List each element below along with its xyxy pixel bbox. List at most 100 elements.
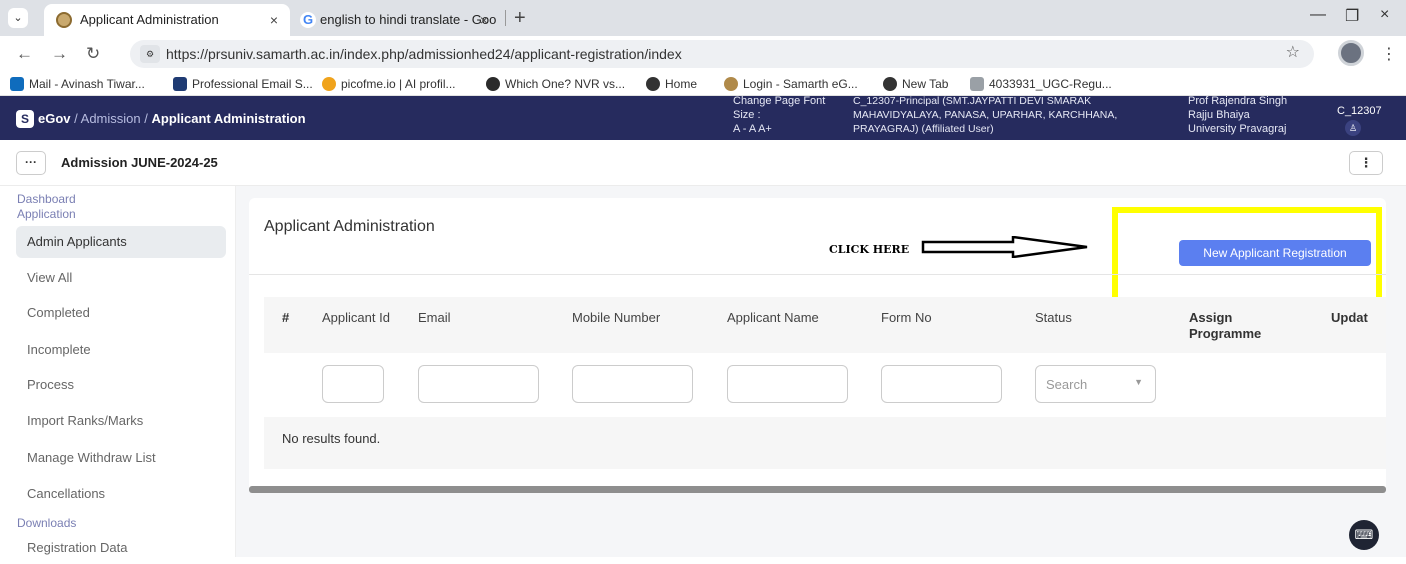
sidebar-item-withdraw-list[interactable]: Manage Withdraw List	[16, 442, 226, 474]
site-info-icon[interactable]: ⚙	[140, 45, 160, 63]
status-filter-select[interactable]: Search ▼	[1035, 365, 1156, 403]
sidebar-item-cancellations[interactable]: Cancellations	[16, 478, 226, 510]
sidebar-heading-application: Application	[17, 207, 76, 221]
chevron-down-icon: ▼	[1134, 377, 1143, 387]
status-filter-placeholder: Search	[1046, 377, 1088, 392]
url-input[interactable]: ⚙ https://prsuniv.samarth.ac.in/index.ph…	[130, 40, 1314, 68]
google-favicon-icon: G	[300, 12, 316, 28]
bookmark-item[interactable]: Mail - Avinash Tiwar...	[10, 75, 145, 93]
bookmark-item[interactable]: 4033931_UGC-Regu...	[970, 75, 1112, 93]
breadcrumb-home[interactable]: eGov	[38, 111, 71, 126]
samarth-logo-icon[interactable]: S	[16, 110, 34, 128]
column-header-applicant-name[interactable]: Applicant Name	[727, 310, 819, 326]
applicant-card: Applicant Administration CLICK HERE New …	[249, 198, 1386, 493]
page-title: Applicant Administration	[264, 218, 435, 235]
globe-icon	[883, 77, 897, 91]
sidebar-heading-downloads: Downloads	[17, 516, 77, 530]
card-divider	[249, 274, 1386, 275]
profile-avatar[interactable]	[1338, 40, 1364, 66]
sidebar-item-registration-data[interactable]: Registration Data	[16, 532, 226, 564]
sub-header: ··· Admission JUNE-2024-25 ⋮	[0, 140, 1406, 186]
user-role: C_12307-Principal (SMT.JAYPATTI DEVI SMA…	[853, 96, 1118, 135]
column-header-applicant-id[interactable]: Applicant Id	[322, 310, 392, 326]
column-header-assign-programme: Assign Programme	[1189, 310, 1262, 341]
user-id[interactable]: C_12307	[1337, 105, 1382, 117]
app-header: S eGov / Admission / Applicant Administr…	[0, 96, 1406, 140]
column-header-number: #	[282, 310, 290, 325]
which-icon	[486, 77, 500, 91]
bookmark-item[interactable]: New Tab	[883, 75, 948, 93]
outlook-icon	[10, 77, 24, 91]
filter-row: Search ▼	[264, 353, 1386, 417]
font-size-buttons[interactable]: A - A A+	[733, 122, 829, 136]
highlight-box	[1112, 207, 1382, 303]
close-tab-icon[interactable]: ×	[480, 4, 488, 36]
browser-menu-icon[interactable]: ⋮	[1381, 44, 1397, 64]
bookmark-item[interactable]: Login - Samarth eG...	[724, 75, 858, 93]
breadcrumb: eGov / Admission / Applicant Administrat…	[38, 110, 306, 128]
bookmark-item[interactable]: picofme.io | AI profil...	[322, 75, 456, 93]
bookmark-label: Login - Samarth eG...	[743, 77, 858, 91]
reload-icon[interactable]: ↻	[86, 44, 100, 64]
applicants-table: # Applicant Id Email Mobile Number Appli…	[264, 297, 1386, 469]
bookmark-item[interactable]: Home	[646, 75, 697, 93]
close-window-icon[interactable]: ×	[1380, 6, 1389, 24]
mobile-filter-input[interactable]	[572, 365, 693, 403]
bookmark-label: New Tab	[902, 77, 949, 91]
breadcrumb-admission[interactable]: Admission	[81, 111, 141, 126]
applicant-name-filter-input[interactable]	[727, 365, 848, 403]
university-favicon-icon	[56, 12, 72, 28]
tab-title: english to hindi translate - Goo	[320, 12, 497, 27]
restore-icon[interactable]: ❐	[1345, 6, 1359, 26]
user-icon[interactable]: ♙	[1345, 120, 1361, 136]
forward-arrow-icon[interactable]: →	[51, 44, 68, 64]
more-options-button[interactable]: ···	[16, 151, 46, 175]
officer-name: Prof Rajendra Singh Rajju Bhaiya Univers…	[1188, 96, 1288, 135]
sidebar-item-admin-applicants[interactable]: Admin Applicants	[16, 226, 226, 258]
form-no-filter-input[interactable]	[881, 365, 1002, 403]
sidebar-item-incomplete[interactable]: Incomplete	[16, 334, 226, 366]
email-filter-input[interactable]	[418, 365, 539, 403]
tab-google-translate[interactable]: G english to hindi translate - Goo ×	[290, 4, 500, 36]
column-header-form-no[interactable]: Form No	[881, 310, 932, 326]
bookmark-label: Which One? NVR vs...	[505, 77, 626, 91]
globe-icon	[646, 77, 660, 91]
horizontal-scrollbar[interactable]	[249, 486, 1386, 493]
bookmark-label: 4033931_UGC-Regu...	[989, 77, 1112, 91]
bookmarks-bar: Mail - Avinash Tiwar... Professional Ema…	[0, 72, 1406, 96]
font-size-label: Change Page Font Size :	[733, 96, 826, 121]
keyboard-icon[interactable]: ⌨	[1349, 520, 1379, 550]
tab-applicant-administration[interactable]: Applicant Administration ×	[44, 4, 290, 36]
new-tab-button[interactable]: +	[514, 4, 526, 32]
font-size-controls: Change Page Font Size : A - A A+	[733, 96, 829, 136]
bookmark-label: Home	[665, 77, 698, 91]
column-header-email[interactable]: Email	[418, 310, 451, 326]
main-content: Applicant Administration CLICK HERE New …	[236, 186, 1406, 557]
document-icon	[970, 77, 984, 91]
bookmark-item[interactable]: Which One? NVR vs...	[486, 75, 625, 93]
picofme-icon	[322, 77, 336, 91]
bookmark-item[interactable]: Professional Email S...	[173, 75, 313, 93]
tab-search-chevron-icon[interactable]: ⌄	[8, 8, 28, 28]
sidebar-item-process[interactable]: Process	[16, 369, 226, 401]
breadcrumb-current: Applicant Administration	[151, 111, 306, 126]
url-text: https://prsuniv.samarth.ac.in/index.php/…	[166, 46, 682, 62]
applicant-id-filter-input[interactable]	[322, 365, 384, 403]
sidebar-item-view-all[interactable]: View All	[16, 262, 226, 294]
bookmark-label: Mail - Avinash Tiwar...	[29, 77, 145, 91]
column-header-mobile[interactable]: Mobile Number	[572, 310, 660, 326]
close-tab-icon[interactable]: ×	[270, 4, 278, 36]
empty-state-text: No results found.	[282, 431, 381, 446]
bookmark-label: picofme.io | AI profil...	[341, 77, 456, 91]
sidebar-item-completed[interactable]: Completed	[16, 297, 226, 329]
column-header-update: Updat	[1331, 310, 1368, 325]
sidebar-heading-dashboard[interactable]: Dashboard	[17, 192, 76, 206]
sidebar-item-import-ranks[interactable]: Import Ranks/Marks	[16, 405, 226, 437]
page-menu-button[interactable]: ⋮	[1349, 151, 1383, 175]
column-header-status[interactable]: Status	[1035, 310, 1072, 326]
address-bar-row: ← → ↻ ⚙ https://prsuniv.samarth.ac.in/in…	[0, 36, 1406, 72]
minimize-icon[interactable]: —	[1310, 6, 1326, 24]
bookmark-label: Professional Email S...	[192, 77, 313, 91]
back-arrow-icon[interactable]: ←	[16, 44, 33, 64]
bookmark-star-icon[interactable]: ☆	[1286, 42, 1300, 62]
